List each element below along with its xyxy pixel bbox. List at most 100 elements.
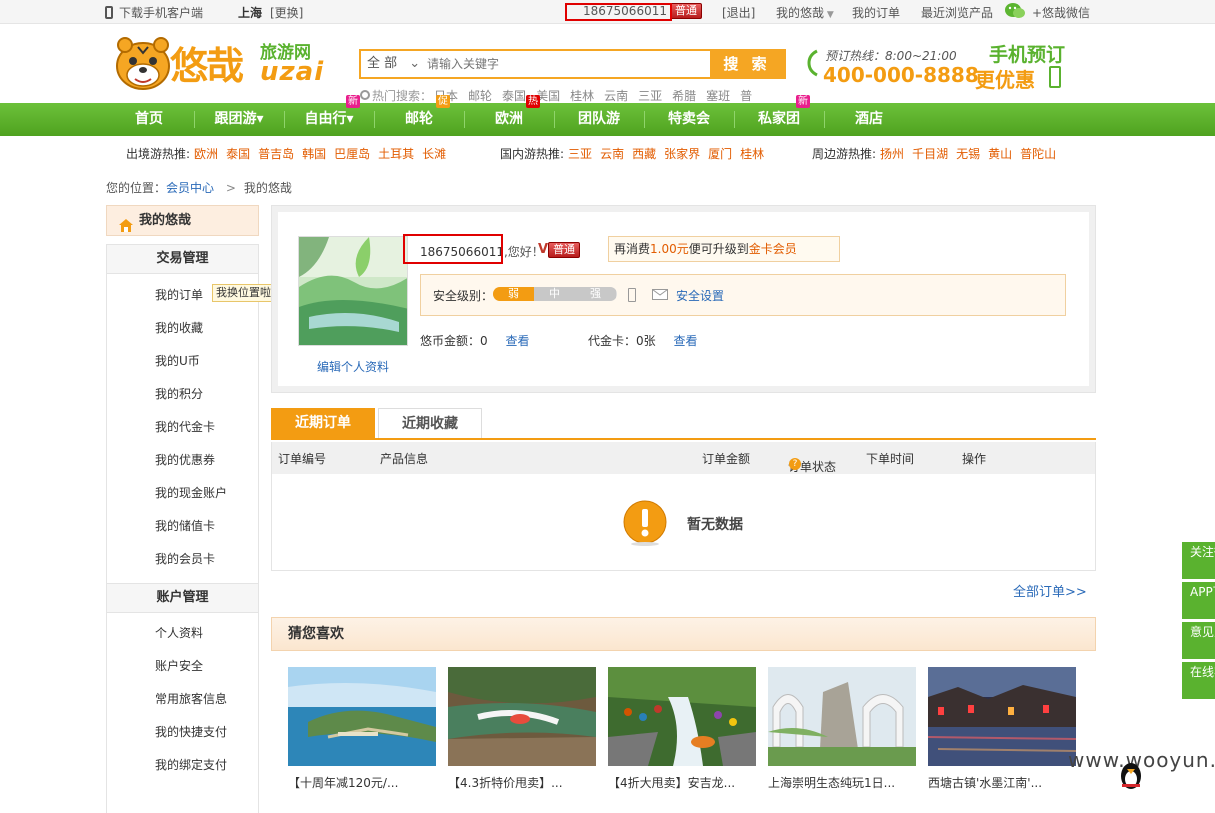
nav-item[interactable]: 酒店 bbox=[824, 103, 914, 136]
float-feedback-button[interactable]: 意见反馈 bbox=[1182, 622, 1215, 659]
product-caption[interactable]: 【十周年减120元/... bbox=[288, 774, 436, 791]
sidebar-item[interactable]: 我的快捷支付 bbox=[155, 723, 227, 740]
hot-search-item[interactable]: 邮轮 bbox=[468, 89, 492, 103]
search-icon bbox=[360, 90, 370, 100]
guess-you-like-title: 猜您喜欢 bbox=[271, 617, 1096, 651]
sidebar-item[interactable]: 我的收藏 bbox=[155, 319, 203, 336]
all-orders-link[interactable]: 全部订单>> bbox=[1013, 581, 1087, 600]
download-app-link[interactable]: 下载手机客户端 bbox=[105, 4, 203, 21]
product-card[interactable]: 【4.3折特价甩卖】... bbox=[448, 667, 596, 791]
hot-search-item[interactable]: 桂林 bbox=[570, 89, 594, 103]
email-icon bbox=[652, 289, 668, 303]
product-card[interactable]: 西塘古镇'水墨江南'... bbox=[928, 667, 1076, 791]
nav-item[interactable]: 首页 bbox=[104, 103, 194, 136]
recommend-link[interactable]: 黄山 bbox=[988, 147, 1012, 161]
hot-search-item[interactable]: 泰国 bbox=[502, 89, 526, 103]
sidebar-item[interactable]: 账户安全 bbox=[155, 657, 203, 674]
product-image[interactable] bbox=[448, 667, 596, 766]
wechat-link[interactable]: +悠哉微信 bbox=[1032, 4, 1090, 21]
ucoin-view-link[interactable]: 查看 bbox=[505, 334, 529, 348]
breadcrumb-member-center[interactable]: 会员中心 bbox=[166, 181, 214, 195]
avatar[interactable] bbox=[298, 236, 408, 346]
main-nav: 首页 跟团游▾ 自由行▾ 新邮轮促欧洲热团队游 特卖会 私家团新酒店 bbox=[0, 95, 1215, 136]
recommend-link[interactable]: 无锡 bbox=[956, 147, 980, 161]
gold-member-link[interactable]: 金卡会员 bbox=[749, 242, 797, 256]
recommend-link[interactable]: 云南 bbox=[600, 147, 624, 161]
product-caption[interactable]: 上海崇明生态纯玩1日... bbox=[768, 774, 916, 791]
sidebar-item[interactable]: 我的订单 bbox=[155, 286, 203, 303]
sidebar-home[interactable]: 我的悠哉 bbox=[106, 205, 259, 236]
vip-level-badge: V 普通 bbox=[538, 242, 581, 258]
security-settings-link[interactable]: 安全设置 bbox=[676, 287, 724, 304]
search-category-select[interactable]: 全 部 ⌄ bbox=[361, 51, 423, 77]
sidebar-item[interactable]: 我的储值卡 bbox=[155, 517, 215, 534]
nav-item[interactable]: 私家团新 bbox=[734, 95, 824, 136]
product-card[interactable]: 【4折大甩卖】安吉龙... bbox=[608, 667, 756, 791]
nav-item[interactable]: 欧洲热 bbox=[464, 95, 554, 136]
recommend-link[interactable]: 三亚 bbox=[568, 147, 592, 161]
float-wechat-button[interactable]: 关注微信 bbox=[1182, 542, 1215, 579]
recommend-link[interactable]: 土耳其 bbox=[378, 147, 414, 161]
hot-search-item[interactable]: 普 bbox=[740, 89, 752, 103]
recommend-link[interactable]: 泰国 bbox=[226, 147, 250, 161]
product-card[interactable]: 【十周年减120元/... bbox=[288, 667, 436, 791]
product-card[interactable]: 上海崇明生态纯玩1日... bbox=[768, 667, 916, 791]
nav-item[interactable]: 邮轮促 bbox=[374, 95, 464, 136]
hot-search-item[interactable]: 云南 bbox=[604, 89, 628, 103]
recommend-link[interactable]: 普吉岛 bbox=[258, 147, 294, 161]
product-caption[interactable]: 【4折大甩卖】安吉龙... bbox=[608, 774, 756, 791]
product-image[interactable] bbox=[288, 667, 436, 766]
sidebar-item[interactable]: 我的积分 bbox=[155, 385, 203, 402]
recommend-link[interactable]: 长滩 bbox=[422, 147, 446, 161]
nav-item[interactable]: 自由行▾ 新 bbox=[284, 95, 374, 136]
product-image[interactable] bbox=[928, 667, 1076, 766]
recommend-link[interactable]: 张家界 bbox=[664, 147, 700, 161]
sidebar-item[interactable]: 我的代金卡 bbox=[155, 418, 215, 435]
sidebar-item[interactable]: 常用旅客信息 bbox=[155, 690, 227, 707]
nav-item[interactable]: 团队游 bbox=[554, 103, 644, 136]
search-button[interactable]: 搜 索 bbox=[710, 51, 784, 77]
recommend-link[interactable]: 欧洲 bbox=[194, 147, 218, 161]
recommend-link[interactable]: 桂林 bbox=[740, 147, 764, 161]
sidebar-item[interactable]: 我的绑定支付 bbox=[155, 756, 227, 773]
nav-item[interactable]: 跟团游▾ bbox=[194, 103, 284, 136]
hot-search-item[interactable]: 塞班 bbox=[706, 89, 730, 103]
tab-recent-orders[interactable]: 近期订单 bbox=[271, 408, 375, 438]
float-app-download-button[interactable]: APP下载 bbox=[1182, 582, 1215, 619]
security-level-bar: 弱 中 强 bbox=[493, 287, 617, 301]
recommend-link[interactable]: 扬州 bbox=[880, 147, 904, 161]
my-orders-link[interactable]: 我的订单 bbox=[852, 4, 900, 21]
sidebar-item[interactable]: 我的U币 bbox=[155, 352, 200, 369]
help-icon[interactable]: ? bbox=[789, 458, 801, 470]
logout-link[interactable]: [退出] bbox=[722, 4, 755, 21]
recommend-link[interactable]: 厦门 bbox=[708, 147, 732, 161]
sidebar-item[interactable]: 我的现金账户 bbox=[155, 484, 227, 501]
sidebar-item[interactable]: 个人资料 bbox=[155, 624, 203, 641]
logo-name: 悠哉 bbox=[170, 44, 244, 88]
recommend-link[interactable]: 巴厘岛 bbox=[334, 147, 370, 161]
change-city-link[interactable]: [更换] bbox=[270, 4, 303, 21]
recommend-link[interactable]: 普陀山 bbox=[1020, 147, 1056, 161]
product-caption[interactable]: 【4.3折特价甩卖】... bbox=[448, 774, 596, 791]
search-input[interactable] bbox=[427, 51, 710, 77]
product-caption[interactable]: 西塘古镇'水墨江南'... bbox=[928, 774, 1076, 791]
tab-recent-favorites[interactable]: 近期收藏 bbox=[378, 408, 482, 438]
nav-tag-badge: 新 bbox=[346, 95, 360, 108]
float-online-service-button[interactable]: 在线客服 bbox=[1182, 662, 1215, 699]
recommend-link[interactable]: 千目湖 bbox=[912, 147, 948, 161]
voucher-view-link[interactable]: 查看 bbox=[673, 334, 697, 348]
hot-search-item[interactable]: 希腊 bbox=[672, 89, 696, 103]
product-image[interactable] bbox=[608, 667, 756, 766]
recommend-link[interactable]: 韩国 bbox=[302, 147, 326, 161]
edit-profile-link[interactable]: 编辑个人资料 bbox=[317, 358, 389, 375]
sidebar-item[interactable]: 我的优惠券 bbox=[155, 451, 215, 468]
nav-item[interactable]: 特卖会 bbox=[644, 103, 734, 136]
recommend-link[interactable]: 西藏 bbox=[632, 147, 656, 161]
my-uzai-menu[interactable]: 我的悠哉 ▼ bbox=[776, 4, 834, 21]
hot-search-item[interactable]: 三亚 bbox=[638, 89, 662, 103]
sidebar-item[interactable]: 我的会员卡 bbox=[155, 550, 215, 567]
recent-viewed-link[interactable]: 最近浏览产品 bbox=[921, 4, 993, 21]
product-image[interactable] bbox=[768, 667, 916, 766]
site-logo[interactable]: 悠哉 旅游网 uzai bbox=[113, 33, 333, 93]
upgrade-hint: 再消费1.00元便可升级到金卡会员 bbox=[608, 236, 840, 262]
